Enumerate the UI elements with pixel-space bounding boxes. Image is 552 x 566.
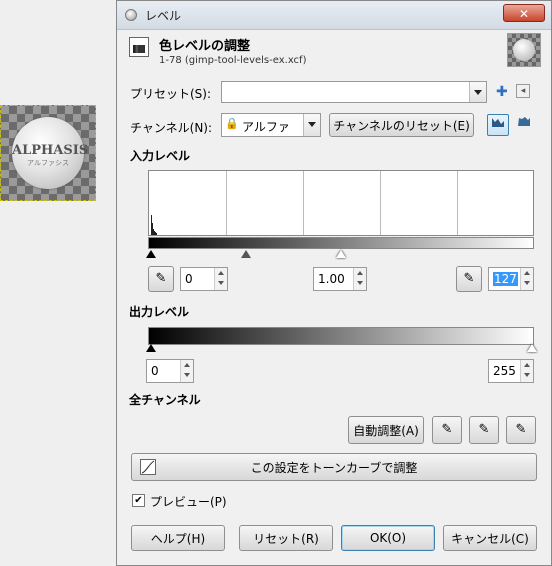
chevron-down-icon[interactable] xyxy=(303,114,320,136)
log-histogram-icon[interactable] xyxy=(513,114,535,136)
preset-combo[interactable] xyxy=(221,81,487,103)
edit-in-curves-label: この設定をトーンカーブで調整 xyxy=(250,460,418,475)
image-thumbnail[interactable]: ALPHASIS アルファシス xyxy=(0,105,96,201)
white-point-picker[interactable]: ✎ xyxy=(456,266,482,292)
linear-histogram-icon[interactable] xyxy=(487,114,509,136)
all-channels-heading: 全チャンネル xyxy=(129,393,201,407)
spin-arrows-icon[interactable] xyxy=(520,268,533,290)
chevron-down-icon[interactable] xyxy=(469,82,486,102)
black-eyedropper-icon[interactable]: ✎ xyxy=(432,416,462,444)
dialog-subtitle: 1-78 (gimp-tool-levels-ex.xcf) xyxy=(159,55,307,66)
channel-value: アルファ xyxy=(242,120,290,134)
histogram-bar xyxy=(156,233,157,235)
input-low-field[interactable]: 0 xyxy=(180,267,228,291)
preview-checkbox[interactable]: ✔ xyxy=(132,494,145,507)
cancel-button[interactable]: キャンセル(C) xyxy=(443,525,537,551)
output-low-handle[interactable] xyxy=(146,344,156,352)
input-high-field[interactable]: 127 xyxy=(488,267,534,291)
output-low-field[interactable]: 0 xyxy=(146,359,194,383)
spin-arrows-icon[interactable] xyxy=(520,360,533,382)
input-gradient-bar xyxy=(148,237,534,249)
gimp-app-icon xyxy=(125,9,137,21)
grid-line xyxy=(380,171,381,235)
channel-label: チャンネル(N): xyxy=(130,121,213,135)
ok-button[interactable]: OK(O) xyxy=(341,525,435,551)
add-preset-icon[interactable]: ✚ xyxy=(496,84,508,100)
log-histogram-glyph xyxy=(518,117,530,126)
input-low-handle[interactable] xyxy=(146,250,156,258)
dialog-header: 色レベルの調整 1-78 (gimp-tool-levels-ex.xcf) xyxy=(125,33,543,73)
histogram xyxy=(148,170,534,236)
input-high-handle[interactable] xyxy=(336,250,346,258)
logo-text: ALPHASIS xyxy=(12,143,89,158)
spin-arrows-icon[interactable] xyxy=(353,268,366,290)
grid-line xyxy=(303,171,304,235)
output-gradient-bar xyxy=(148,327,534,345)
output-levels-heading: 出力レベル xyxy=(129,305,190,319)
preview-label: プレビュー(P) xyxy=(150,495,227,509)
levels-icon xyxy=(129,37,149,57)
help-button[interactable]: ヘルプ(H) xyxy=(131,525,225,551)
layer-preview-thumbnail xyxy=(507,33,541,67)
channel-icon: 🔒 xyxy=(225,117,239,130)
gray-eyedropper-icon[interactable]: ✎ xyxy=(469,416,499,444)
window-title: レベル xyxy=(145,9,182,23)
grid-line xyxy=(226,171,227,235)
image-canvas: ALPHASIS アルファシス xyxy=(0,0,116,566)
output-high-value: 255 xyxy=(493,364,516,378)
reset-channel-button[interactable]: チャンネルのリセット(E) xyxy=(329,113,474,137)
linear-histogram-glyph xyxy=(492,118,504,127)
output-high-field[interactable]: 255 xyxy=(488,359,534,383)
channel-combo[interactable]: 🔒 アルファ xyxy=(221,113,321,137)
title-bar: レベル ✕ xyxy=(117,1,551,30)
preset-menu-icon[interactable]: ◂ xyxy=(516,84,530,98)
white-eyedropper-icon[interactable]: ✎ xyxy=(506,416,536,444)
logo-sphere: ALPHASIS アルファシス xyxy=(12,117,89,189)
auto-adjust-button[interactable]: 自動調整(A) xyxy=(348,416,424,444)
dialog-heading: 色レベルの調整 xyxy=(159,39,251,54)
input-gamma-handle[interactable] xyxy=(241,250,251,258)
edit-in-curves-button[interactable]: この設定をトーンカーブで調整 xyxy=(131,453,537,481)
reset-button[interactable]: リセット(R) xyxy=(239,525,333,551)
gamma-field[interactable]: 1.00 xyxy=(313,267,367,291)
spin-arrows-icon[interactable] xyxy=(214,268,227,290)
preset-label: プリセット(S): xyxy=(130,87,212,101)
input-levels-heading: 入力レベル xyxy=(130,149,191,163)
logo-subtext: アルファシス xyxy=(27,159,69,167)
spin-arrows-icon[interactable] xyxy=(180,360,193,382)
input-low-value: 0 xyxy=(185,272,193,286)
curves-icon xyxy=(140,459,156,475)
output-high-handle[interactable] xyxy=(527,344,537,352)
grid-line xyxy=(457,171,458,235)
output-low-value: 0 xyxy=(151,364,159,378)
black-point-picker[interactable]: ✎ xyxy=(148,266,174,292)
input-high-value: 127 xyxy=(493,272,518,286)
close-button[interactable]: ✕ xyxy=(503,4,545,22)
gamma-value: 1.00 xyxy=(318,272,345,286)
